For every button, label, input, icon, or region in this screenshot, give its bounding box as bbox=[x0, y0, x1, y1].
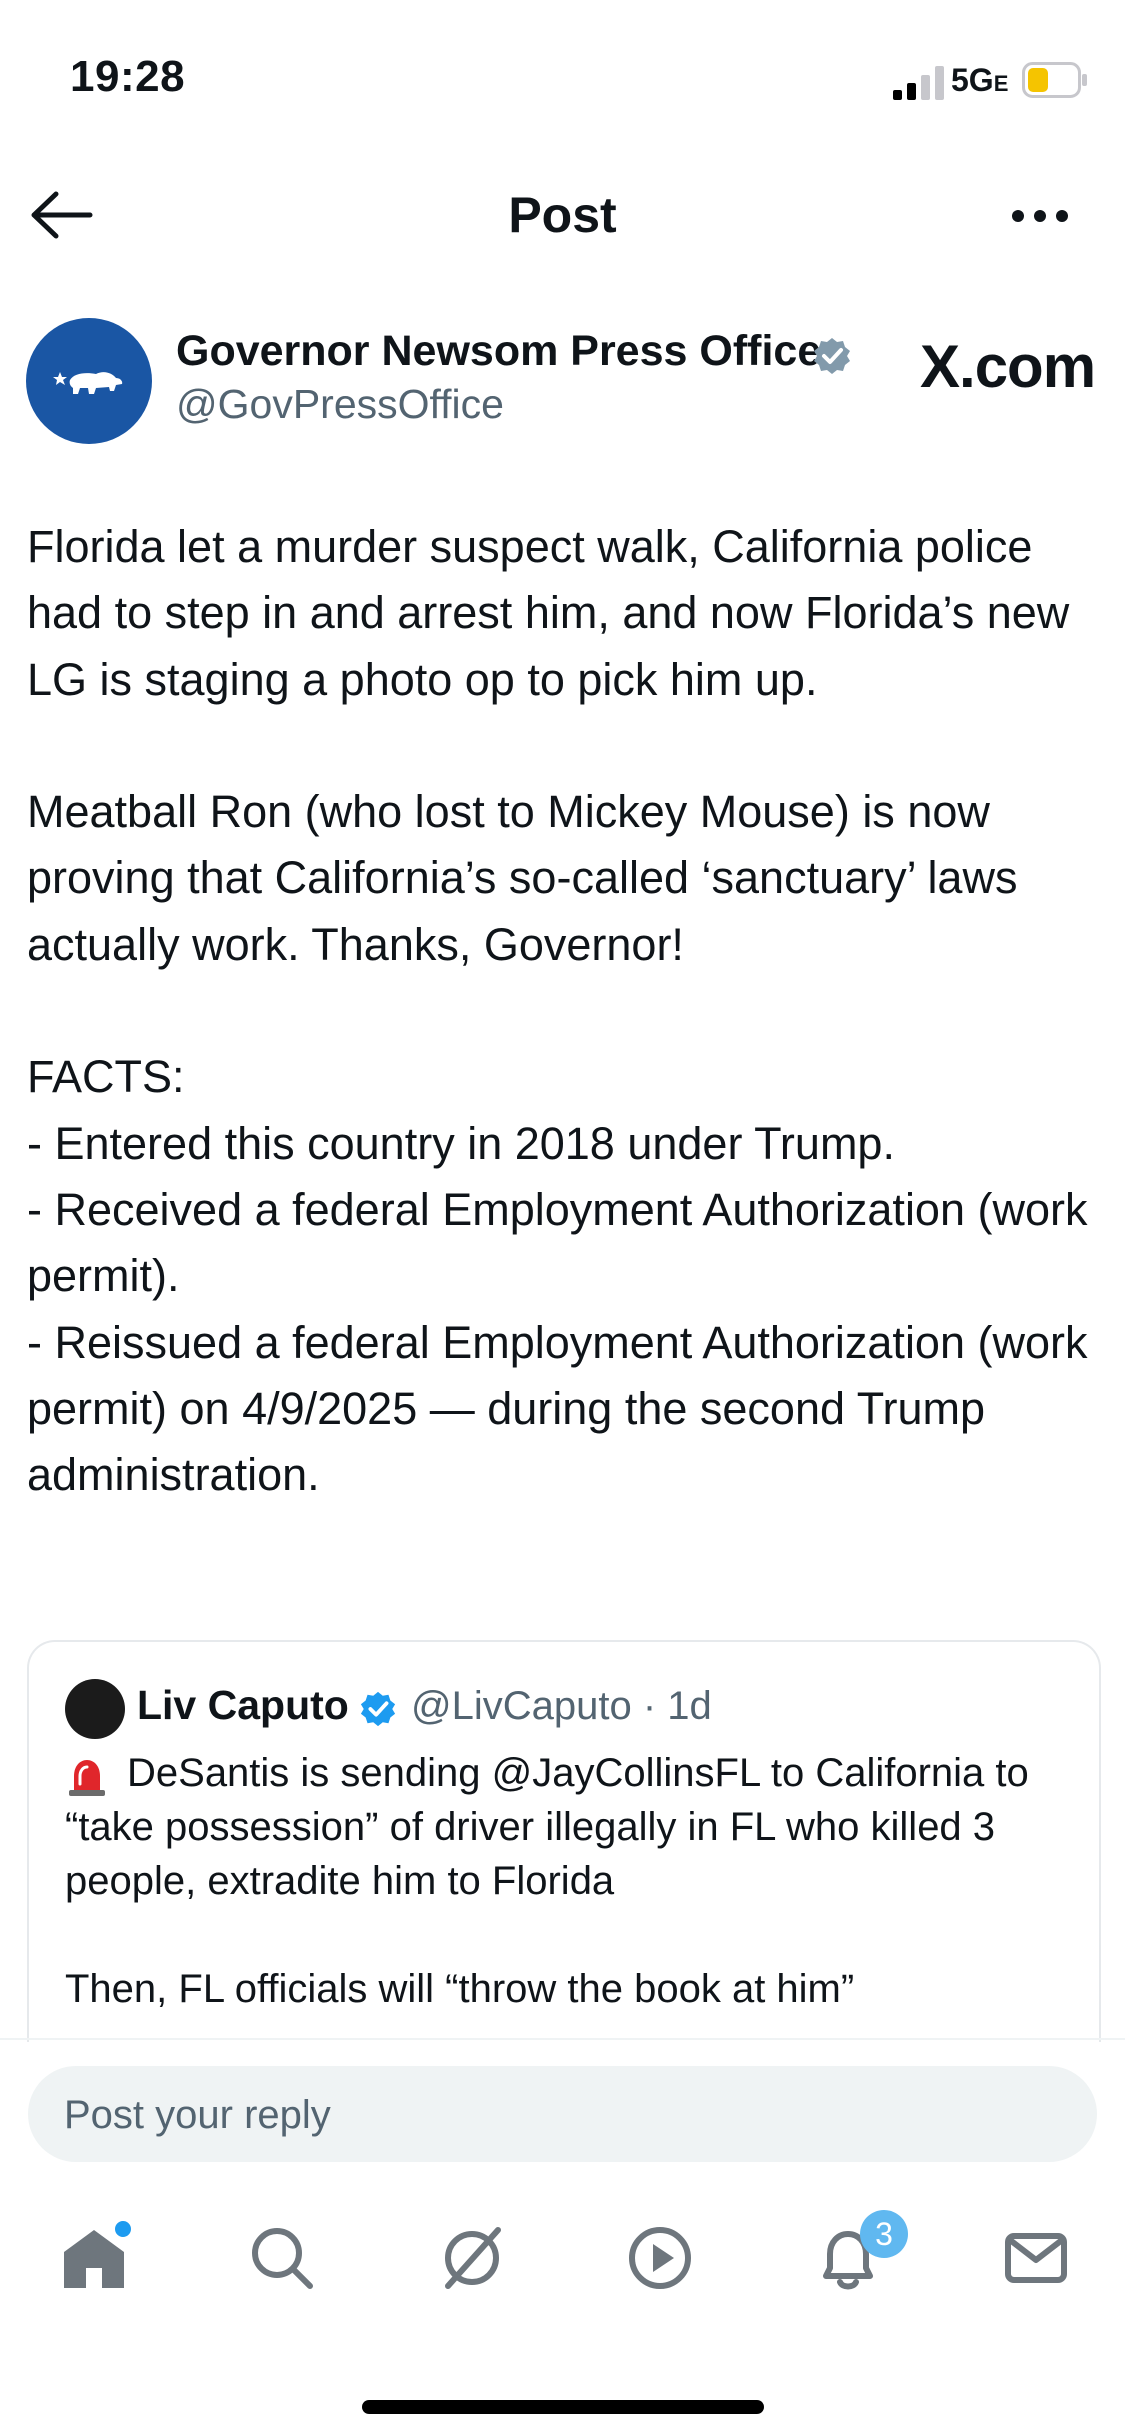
divider bbox=[0, 2038, 1125, 2040]
battery-icon bbox=[1022, 62, 1087, 98]
notifications-badge: 3 bbox=[860, 2210, 908, 2258]
post-text: Florida let a murder suspect walk, Calif… bbox=[27, 521, 1088, 1501]
more-options-icon[interactable] bbox=[1008, 196, 1072, 236]
x-com-watermark: X.com bbox=[920, 333, 1096, 400]
quoted-post-text: DeSantis is sending @JayCollinsFL to Cal… bbox=[65, 1751, 1029, 2011]
grok-icon[interactable] bbox=[436, 2222, 508, 2294]
quoted-author-avatar[interactable] bbox=[65, 1679, 125, 1739]
cellular-signal-icon bbox=[893, 66, 944, 100]
network-type: 5GE bbox=[951, 62, 1009, 98]
page-title: Post bbox=[508, 187, 617, 243]
video-icon[interactable] bbox=[624, 2222, 696, 2294]
reply-input[interactable]: Post your reply bbox=[28, 2066, 1097, 2162]
home-unread-dot bbox=[112, 2218, 134, 2240]
status-time: 19:28 bbox=[70, 52, 186, 101]
author-name[interactable]: Governor Newsom Press Office bbox=[176, 327, 821, 376]
quoted-author-name: Liv Caputo bbox=[137, 1682, 349, 1728]
messages-icon[interactable] bbox=[1000, 2222, 1072, 2294]
search-icon[interactable] bbox=[246, 2222, 318, 2294]
quoted-author-handle: @LivCaputo · 1d bbox=[411, 1684, 712, 1728]
author-avatar[interactable] bbox=[26, 318, 152, 444]
home-indicator[interactable] bbox=[362, 2400, 764, 2414]
verified-badge-icon bbox=[814, 338, 850, 374]
bear-flag-icon bbox=[53, 372, 123, 394]
author-handle[interactable]: @GovPressOffice bbox=[176, 381, 504, 428]
reply-placeholder: Post your reply bbox=[64, 2093, 331, 2137]
quoted-post-card[interactable]: Liv Caputo @LivCaputo · 1d DeSantis is s… bbox=[27, 1640, 1101, 2042]
verified-badge-icon bbox=[360, 1691, 396, 1727]
